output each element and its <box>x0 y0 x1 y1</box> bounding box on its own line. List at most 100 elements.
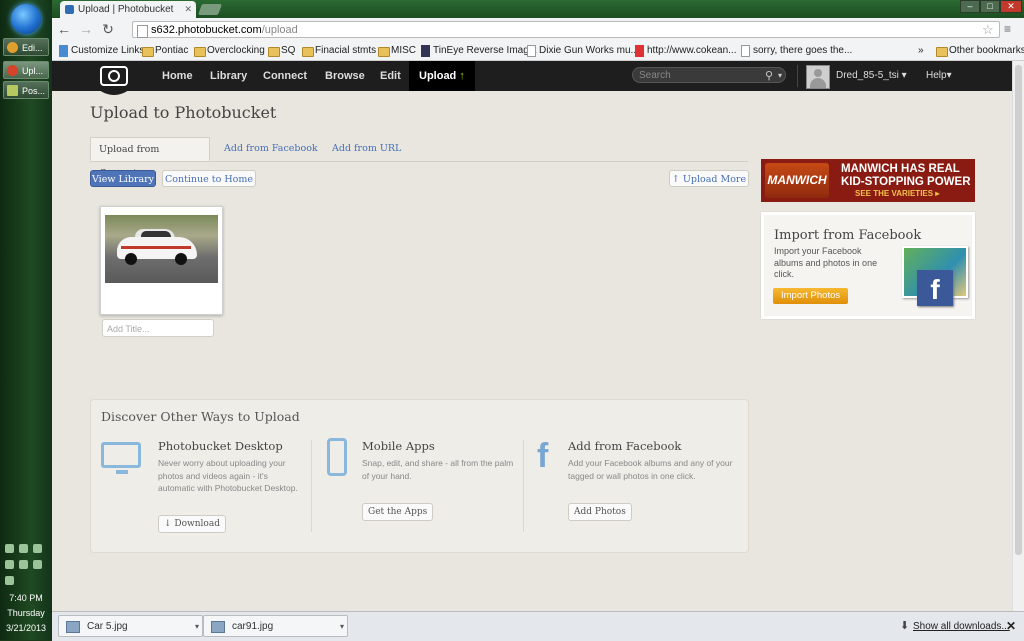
new-tab-button[interactable] <box>197 4 223 15</box>
close-window-button[interactable]: ✕ <box>1000 0 1022 13</box>
chevron-down-icon[interactable]: ▾ <box>778 68 782 84</box>
start-button[interactable] <box>11 4 41 34</box>
view-library-button[interactable]: View Library <box>90 170 156 187</box>
bookmark-folder-finacial[interactable]: Finacial stmts <box>302 42 376 60</box>
taskbar-item-post[interactable]: Pos... <box>3 81 49 99</box>
bookmark-star-icon[interactable]: ☆ <box>982 22 994 38</box>
chevron-down-icon: ▾ <box>946 70 952 81</box>
download-item[interactable]: car91.jpg ▾ <box>203 615 348 637</box>
browser-tab[interactable]: Upload | Photobucket ✕ <box>60 1 196 18</box>
photobucket-favicon <box>65 5 74 14</box>
scrollbar-thumb[interactable] <box>1015 65 1022 555</box>
close-downloads-icon[interactable]: ✕ <box>1006 612 1016 641</box>
tab-add-from-url[interactable]: Add from URL <box>332 137 401 161</box>
help-menu[interactable]: Help▾ <box>926 61 952 91</box>
avatar[interactable] <box>806 65 830 89</box>
continue-to-home-button[interactable]: Continue to Home <box>162 170 256 187</box>
other-bookmarks[interactable]: Other bookmarks <box>936 42 1024 60</box>
bookmark-folder-overclocking[interactable]: Overclocking <box>194 42 265 60</box>
bookmark-customize-links[interactable]: Customize Links <box>58 42 144 60</box>
minimize-button[interactable]: – <box>960 0 980 13</box>
uploaded-photo[interactable] <box>105 215 218 283</box>
tab-title: Upload | Photobucket <box>78 4 174 15</box>
taskbar-item-upload[interactable]: Upl... <box>3 61 49 79</box>
download-arrow-icon: ↓ <box>164 519 172 529</box>
folder-icon <box>194 47 206 57</box>
taskbar-clock[interactable]: 7:40 PM Thursday 3/21/2013 <box>0 592 52 634</box>
chevron-down-icon[interactable]: ▾ <box>340 616 344 638</box>
bookmark-sorry[interactable]: sorry, there goes the... <box>740 42 852 60</box>
nav-edit[interactable]: Edit <box>380 61 401 91</box>
folder-icon <box>268 47 280 57</box>
download-arrow-icon: ⬇ <box>900 620 910 632</box>
download-button[interactable]: ↓ Download <box>158 515 226 533</box>
site-navbar: Home Library Connect Browse Edit Upload … <box>52 61 1012 95</box>
browser-window: Upload | Photobucket ✕ – □ ✕ ← → ↻ s632.… <box>52 0 1024 641</box>
tab-close-icon[interactable]: ✕ <box>184 1 192 18</box>
nav-home[interactable]: Home <box>162 61 193 91</box>
nav-divider <box>797 65 798 87</box>
username-menu[interactable]: Dred_85-5_tsi ▾ <box>836 61 907 91</box>
bookmark-folder-pontiac[interactable]: Pontiac <box>142 42 188 60</box>
add-photos-button[interactable]: Add Photos <box>568 503 632 521</box>
tray-volume-icon[interactable] <box>5 576 14 585</box>
windows-taskbar: Edi... Upl... Pos... 7:40 PM Thursday 3/… <box>0 0 52 640</box>
facebook-logo-icon: f <box>917 270 953 306</box>
tab-add-from-facebook[interactable]: Add from Facebook <box>224 137 318 161</box>
tray-app-icon[interactable] <box>19 544 29 553</box>
search-icon[interactable]: ⚲ <box>765 68 773 84</box>
avatar-head-icon <box>814 69 822 77</box>
photo-title-input[interactable]: Add Title... <box>102 319 214 337</box>
download-item[interactable]: Car 5.jpg ▾ <box>58 615 203 637</box>
desktop-title: Photobucket Desktop <box>158 439 283 453</box>
clock-date: 3/21/2013 <box>5 623 47 633</box>
bookmark-folder-sq[interactable]: SQ <box>268 42 295 60</box>
forward-icon[interactable]: → <box>78 21 94 37</box>
nav-upload[interactable]: Upload ↑ <box>409 61 475 91</box>
tray-monitor-icon[interactable] <box>33 544 43 553</box>
page-icon <box>527 45 536 57</box>
maximize-button[interactable]: □ <box>980 0 1000 13</box>
nav-library[interactable]: Library <box>210 61 247 91</box>
site-icon <box>635 45 644 57</box>
tray-flag-icon[interactable] <box>19 560 29 569</box>
tab-upload-from-computer[interactable]: Upload from Computer <box>90 137 210 179</box>
ad-headline-1: MANWICH HAS REAL <box>841 163 960 175</box>
desktop-desc: Never worry about uploading your photos … <box>158 458 298 493</box>
reload-icon[interactable]: ↻ <box>100 21 116 37</box>
chrome-icon <box>7 42 18 53</box>
bookmarks-overflow-button[interactable]: » <box>918 42 924 60</box>
get-the-apps-button[interactable]: Get the Apps <box>362 503 434 521</box>
import-from-facebook-box: Import from Facebook Import your Faceboo… <box>761 212 975 319</box>
address-bar[interactable]: s632.photobucket.com/upload <box>132 21 1000 38</box>
ad-cta[interactable]: SEE THE VARIETIES ▸ <box>855 189 939 198</box>
tray-shield-icon[interactable] <box>5 560 14 569</box>
bookmark-dixie[interactable]: Dixie Gun Works mu... <box>526 42 639 60</box>
chevron-down-icon[interactable]: ▾ <box>195 616 199 638</box>
nav-connect[interactable]: Connect <box>263 61 307 91</box>
search-input[interactable]: Search ⚲ ▾ <box>632 67 786 83</box>
column-divider <box>311 440 312 532</box>
photobucket-logo[interactable] <box>90 61 138 95</box>
page-scrollbar[interactable] <box>1012 61 1024 611</box>
import-photos-button[interactable]: Import Photos <box>773 288 849 304</box>
back-icon[interactable]: ← <box>56 21 72 37</box>
import-title: Import from Facebook <box>774 228 922 243</box>
menu-icon[interactable]: ≡ <box>1004 22 1011 36</box>
upload-tabs: Upload from Computer Add from Facebook A… <box>90 137 748 179</box>
upload-more-button[interactable]: ↑ Upload More <box>669 170 749 187</box>
tray-battery-icon[interactable] <box>33 560 43 569</box>
bookmark-folder-misc[interactable]: MISC <box>378 42 416 60</box>
windows-icon <box>59 45 68 57</box>
camera-lens-icon <box>108 70 120 82</box>
uploaded-photo-card[interactable] <box>100 206 223 315</box>
taskbar-item-editor[interactable]: Edi... <box>3 38 49 56</box>
show-all-downloads-link[interactable]: Show all downloads... <box>913 612 1010 641</box>
bookmark-tineye[interactable]: TinEye Reverse Imag... <box>420 42 537 60</box>
manwich-ad-banner[interactable]: MANWICH MANWICH HAS REAL KID-STOPPING PO… <box>761 159 975 202</box>
tray-network-icon[interactable] <box>5 544 14 553</box>
facebook-icon: f <box>537 437 549 475</box>
folder-icon <box>378 47 390 57</box>
bookmark-cokean[interactable]: http://www.cokean... <box>634 42 737 60</box>
nav-browse[interactable]: Browse <box>325 61 365 91</box>
